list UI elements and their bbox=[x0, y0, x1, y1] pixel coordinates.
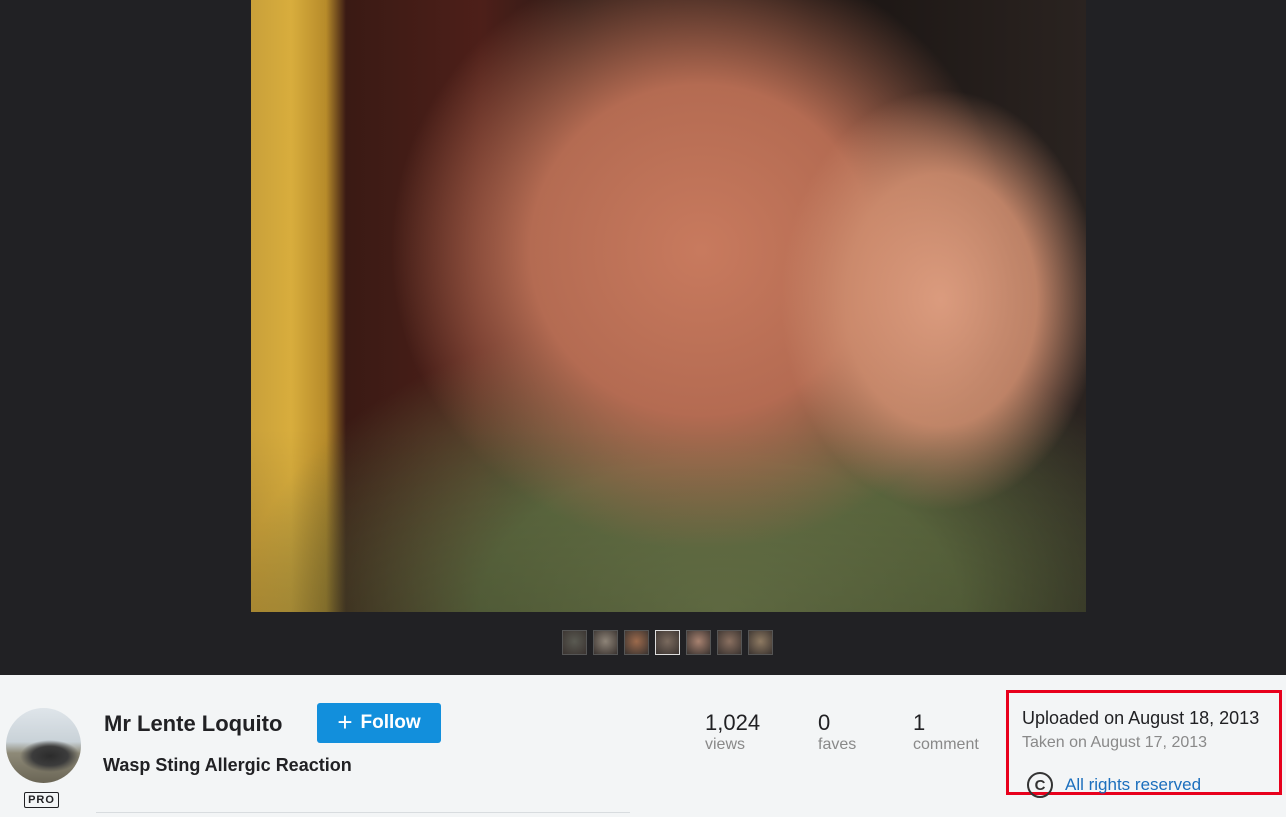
copyright-icon: C bbox=[1027, 772, 1053, 798]
license-link[interactable]: All rights reserved bbox=[1065, 775, 1201, 795]
thumbnail[interactable] bbox=[593, 630, 618, 655]
follow-label: Follow bbox=[360, 712, 421, 733]
comments-count: 1 bbox=[913, 710, 926, 735]
owner-name[interactable]: Mr Lente Loquito bbox=[104, 711, 282, 737]
taken-date[interactable]: Taken on August 17, 2013 bbox=[1022, 734, 1207, 752]
thumbnail[interactable] bbox=[717, 630, 742, 655]
thumbnail[interactable] bbox=[562, 630, 587, 655]
views-label: views bbox=[705, 736, 746, 753]
views-count: 1,024 bbox=[705, 710, 761, 735]
faves-label: faves bbox=[818, 736, 857, 753]
pro-badge: PRO bbox=[24, 792, 59, 808]
thumbnail[interactable] bbox=[655, 630, 680, 655]
main-photo[interactable] bbox=[251, 0, 1086, 612]
plus-icon: + bbox=[337, 707, 353, 737]
comments-stat[interactable]: 1 comment bbox=[913, 710, 979, 754]
thumbnail[interactable] bbox=[686, 630, 711, 655]
views-stat: 1,024 views bbox=[705, 710, 760, 754]
comments-label: comment bbox=[913, 736, 979, 753]
photo-title: Wasp Sting Allergic Reaction bbox=[103, 755, 352, 775]
divider bbox=[96, 812, 630, 813]
follow-button[interactable]: + Follow bbox=[317, 703, 441, 743]
thumbnail[interactable] bbox=[624, 630, 649, 655]
faves-count: 0 bbox=[818, 710, 831, 735]
thumbnail-strip bbox=[562, 630, 773, 655]
photo-shade bbox=[251, 0, 1086, 612]
uploaded-date: Uploaded on August 18, 2013 bbox=[1022, 708, 1260, 728]
avatar[interactable] bbox=[6, 708, 81, 783]
faves-stat: 0 faves bbox=[818, 710, 856, 754]
photo-viewer bbox=[0, 0, 1286, 675]
thumbnail[interactable] bbox=[748, 630, 773, 655]
